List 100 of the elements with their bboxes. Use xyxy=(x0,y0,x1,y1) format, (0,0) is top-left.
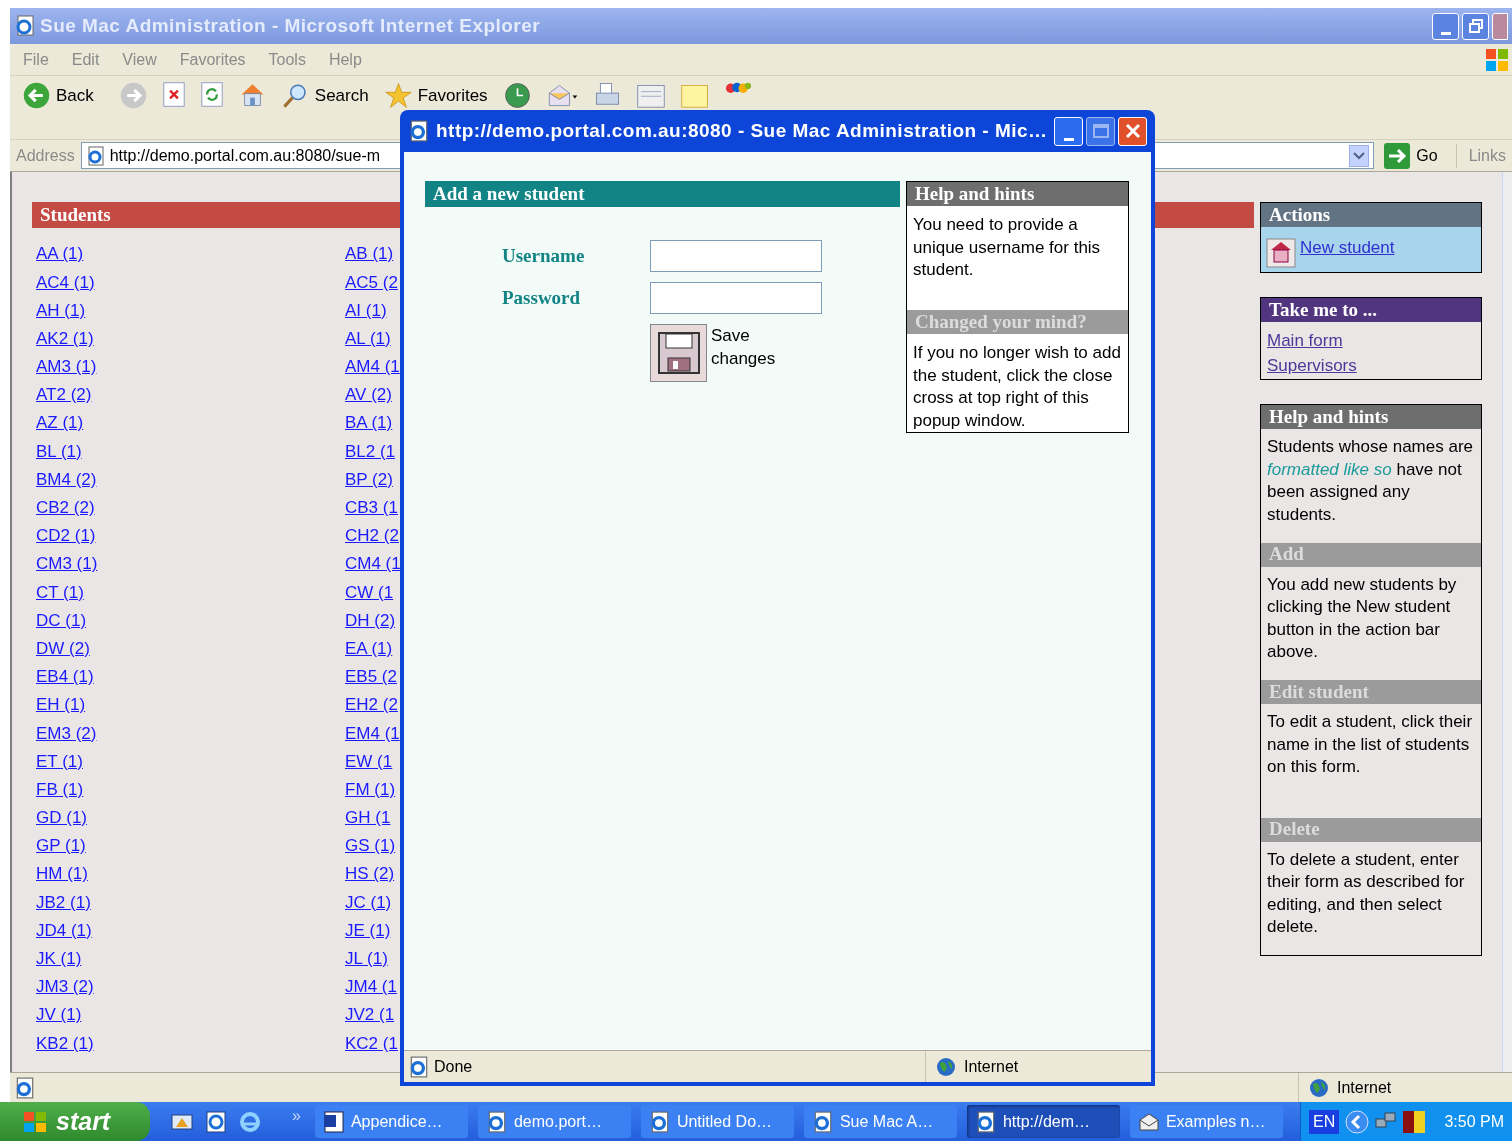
student-link[interactable]: JM4 (1 xyxy=(345,974,397,1000)
status-text: Done xyxy=(434,1056,473,1077)
student-link[interactable]: GH (1 xyxy=(345,805,391,831)
student-link[interactable]: EW (1 xyxy=(345,748,393,775)
stop-button[interactable] xyxy=(162,82,185,107)
student-link[interactable]: AC5 (2 xyxy=(345,269,398,296)
student-link[interactable]: BL (1) xyxy=(36,438,82,465)
student-link[interactable]: AC4 (1) xyxy=(36,269,95,296)
student-link[interactable]: JV2 (1 xyxy=(345,1002,395,1028)
student-link[interactable]: BM4 (2) xyxy=(36,466,97,493)
student-link[interactable]: AM3 (1) xyxy=(36,354,97,380)
student-link[interactable]: JV (1) xyxy=(36,1002,82,1028)
student-link[interactable]: FM (1) xyxy=(345,776,396,803)
student-link[interactable]: CM3 (1) xyxy=(36,551,98,577)
student-link[interactable]: AT2 (2) xyxy=(36,382,92,408)
taskbar-button[interactable]: demo.port… xyxy=(477,1105,631,1138)
taskbar-button[interactable]: Appendice… xyxy=(314,1105,468,1138)
favorites-button[interactable]: Favorites xyxy=(384,82,488,109)
taskbar-button[interactable]: Untitled Do… xyxy=(640,1105,794,1138)
student-link[interactable]: GP (1) xyxy=(36,833,86,859)
student-link[interactable]: AA (1) xyxy=(36,241,84,267)
back-button[interactable]: Back xyxy=(23,82,104,109)
browser-icon[interactable] xyxy=(204,1109,228,1134)
student-link[interactable]: FB (1) xyxy=(36,776,84,803)
page-button[interactable] xyxy=(636,82,665,109)
student-link[interactable]: JM3 (2) xyxy=(36,974,94,1000)
student-link[interactable]: AH (1) xyxy=(36,297,86,324)
student-link[interactable]: HM (1) xyxy=(36,861,88,887)
minimize-button[interactable] xyxy=(1432,12,1459,40)
close-button[interactable] xyxy=(1118,116,1147,146)
input-field[interactable] xyxy=(650,282,822,314)
student-link[interactable]: AZ (1) xyxy=(36,410,84,436)
student-link[interactable]: CT (1) xyxy=(36,579,84,606)
take-me-to-title: Take me to ... xyxy=(1269,297,1378,322)
student-link[interactable]: DH (2) xyxy=(345,607,396,634)
student-link[interactable]: EB5 (2 xyxy=(345,664,397,690)
student-link[interactable]: AB (1) xyxy=(345,241,394,267)
search-button[interactable]: Search xyxy=(281,82,369,109)
refresh-button[interactable] xyxy=(200,82,223,107)
start-button[interactable]: start xyxy=(0,1102,150,1141)
student-link[interactable]: JL (1) xyxy=(345,946,388,972)
chevron-left-icon[interactable] xyxy=(1345,1109,1370,1134)
student-link[interactable]: BP (2) xyxy=(345,466,393,493)
taskbar-button[interactable]: Sue Mac A… xyxy=(803,1105,957,1138)
student-link[interactable]: BL2 (1 xyxy=(345,438,396,465)
zone-label: Internet xyxy=(1337,1077,1392,1098)
student-link[interactable]: AL (1) xyxy=(345,325,391,352)
student-link[interactable]: EB4 (1) xyxy=(36,664,94,690)
student-link[interactable]: KC2 (1 xyxy=(345,1030,398,1057)
student-link[interactable]: EM4 (1 xyxy=(345,720,400,747)
language-indicator[interactable]: EN xyxy=(1309,1109,1340,1134)
new-student-link[interactable]: New student xyxy=(1300,235,1395,261)
student-link[interactable]: EM3 (2) xyxy=(36,720,97,747)
field-label: Username xyxy=(501,243,586,268)
student-link[interactable]: JK (1) xyxy=(36,946,82,972)
student-link[interactable]: JE (1) xyxy=(345,917,391,944)
student-link[interactable]: AI (1) xyxy=(345,297,387,324)
taskbar-button[interactable]: http://dem… xyxy=(966,1105,1120,1138)
windows-logo-icon xyxy=(22,1109,48,1134)
student-link[interactable]: JB2 (1) xyxy=(36,889,91,916)
student-link[interactable]: AM4 (1 xyxy=(345,354,400,380)
student-link[interactable]: CH2 (2 xyxy=(345,523,399,549)
student-link[interactable]: GS (1) xyxy=(345,833,396,859)
popup-title: http://demo.portal.com.au:8080 - Sue Mac Administration - Mic… xyxy=(436,118,1048,143)
note-button[interactable] xyxy=(680,82,709,109)
student-link[interactable]: BA (1) xyxy=(345,410,393,436)
scrollbar[interactable] xyxy=(1502,172,1512,1072)
student-link[interactable]: DW (2) xyxy=(36,635,90,662)
student-link[interactable]: ET (1) xyxy=(36,748,83,775)
restore-button[interactable] xyxy=(1462,12,1489,40)
student-link[interactable]: CD2 (1) xyxy=(36,523,96,549)
input-field[interactable] xyxy=(650,240,822,272)
logo-button[interactable] xyxy=(724,82,752,93)
student-link[interactable]: CW (1 xyxy=(345,579,394,606)
student-link[interactable]: JD4 (1) xyxy=(36,917,92,944)
mail-button[interactable] xyxy=(546,82,578,109)
minimize-button[interactable] xyxy=(1054,116,1083,146)
student-link[interactable]: GD (1) xyxy=(36,805,87,831)
student-link[interactable]: DC (1) xyxy=(36,607,87,634)
go-button[interactable]: Go xyxy=(1380,142,1442,169)
student-link[interactable]: AK2 (1) xyxy=(36,325,94,352)
student-link[interactable]: JC (1) xyxy=(345,889,392,916)
student-link[interactable]: CB3 (1 xyxy=(345,495,398,521)
student-link[interactable]: AV (2) xyxy=(345,382,392,408)
help-text: Students whose names are formatted like so have not been assigned any students. xyxy=(1266,436,1474,526)
save-button[interactable] xyxy=(650,324,707,382)
history-button[interactable] xyxy=(503,82,531,109)
student-link[interactable]: EH (1) xyxy=(36,692,86,718)
taskbar-button[interactable]: Examples n… xyxy=(1129,1105,1283,1138)
help-heading: Add xyxy=(1269,542,1304,567)
nav-link[interactable]: Supervisors xyxy=(1267,353,1357,378)
student-link[interactable]: CB2 (2) xyxy=(36,495,95,521)
student-link[interactable]: CM4 (1 xyxy=(345,551,401,577)
student-link[interactable]: EH2 (2 xyxy=(345,692,398,718)
overflow-chevron[interactable]: » xyxy=(292,1104,301,1128)
nav-link[interactable]: Main form xyxy=(1267,328,1343,353)
student-link[interactable]: KB2 (1) xyxy=(36,1030,94,1057)
student-link[interactable]: EA (1) xyxy=(345,635,393,662)
student-link[interactable]: HS (2) xyxy=(345,861,395,887)
maximize-button[interactable] xyxy=(1086,116,1115,146)
